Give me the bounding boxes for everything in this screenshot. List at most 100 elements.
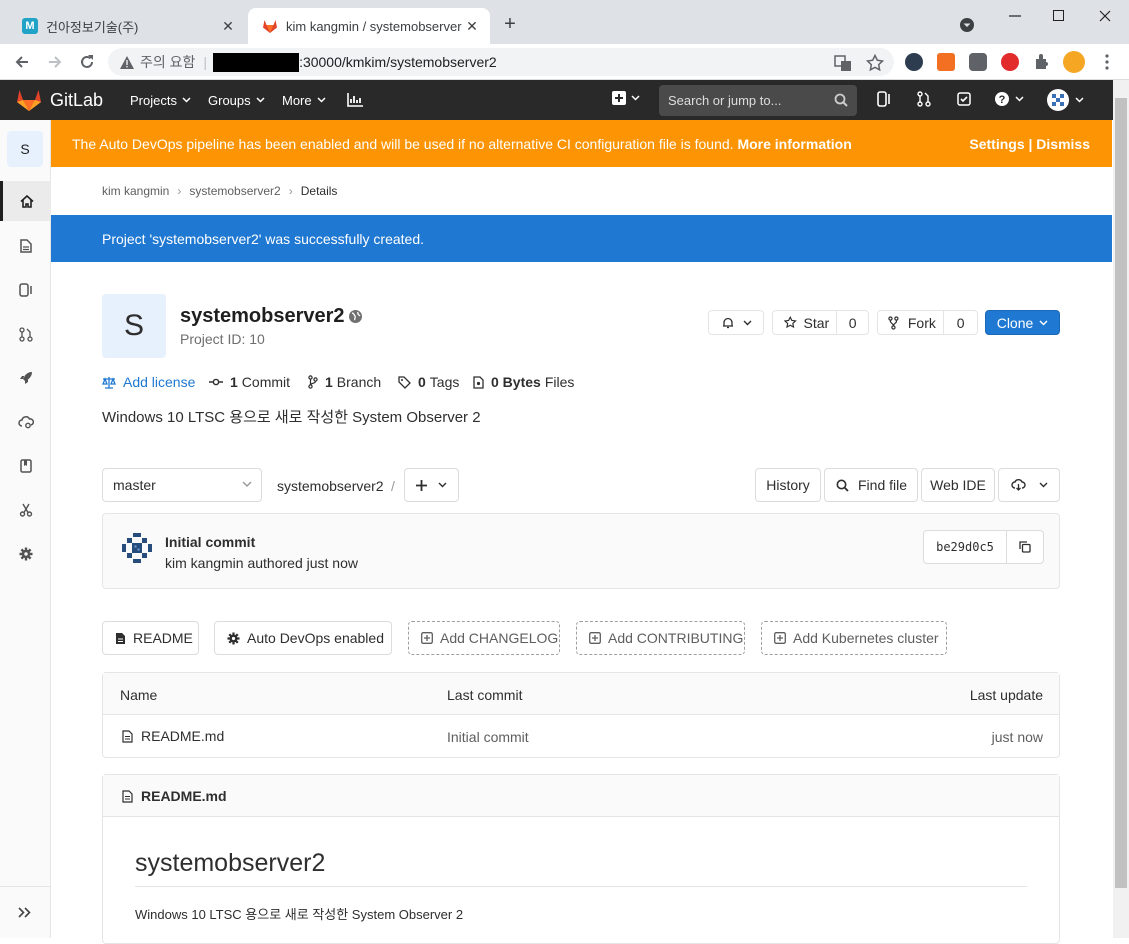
search-input[interactable]: Search or jump to... [659, 85, 857, 116]
extension-3-icon[interactable] [969, 53, 987, 71]
commits-stat[interactable]: 1 Commit [209, 374, 290, 390]
auto-devops-button[interactable]: Auto DevOps enabled [214, 621, 392, 655]
repo-path[interactable]: systemobserver2 [277, 478, 384, 494]
table-row[interactable]: README.md Initial commit just now [103, 715, 1059, 757]
history-button[interactable]: History [755, 468, 821, 502]
help-dropdown[interactable]: ? [994, 91, 1024, 107]
add-kubernetes-cluster-button[interactable]: Add Kubernetes cluster [761, 621, 947, 655]
sidebar-item-ci-cd[interactable] [0, 358, 51, 398]
file-name-link[interactable]: README.md [122, 728, 224, 744]
readme-header: README.md [103, 775, 1059, 817]
tab-search-icon[interactable] [958, 16, 976, 34]
profile-avatar[interactable] [1063, 51, 1085, 73]
activity-chart-icon[interactable] [347, 93, 363, 107]
add-license-link[interactable]: Add license [102, 374, 195, 390]
sidebar-item-snippets[interactable] [0, 490, 51, 530]
sidebar-item-settings[interactable] [0, 534, 51, 574]
scrollbar-thumb[interactable] [1115, 98, 1127, 888]
close-tab-icon[interactable]: ✕ [218, 16, 238, 36]
chevron-down-icon [182, 97, 191, 103]
page-scrollbar[interactable] [1113, 80, 1129, 938]
commit-icon [209, 378, 223, 386]
nav-projects[interactable]: Projects [130, 80, 191, 120]
issues-icon[interactable] [877, 91, 891, 107]
sidebar-project-avatar[interactable]: S [7, 131, 43, 167]
sidebar-item-issues[interactable] [0, 270, 51, 310]
file-last-commit[interactable]: Initial commit [447, 729, 529, 745]
gitlab-home-link[interactable]: GitLab [16, 80, 103, 120]
redacted-host [213, 52, 300, 72]
nav-groups[interactable]: Groups [208, 80, 265, 120]
commit-sha[interactable]: be29d0c5 [924, 531, 1007, 563]
notification-button[interactable] [708, 310, 764, 335]
chevron-down-icon [743, 320, 752, 325]
banner-actions[interactable]: Settings | Dismiss [969, 136, 1090, 152]
copy-sha-button[interactable] [1007, 541, 1043, 553]
double-chevron-right-icon [18, 907, 31, 918]
new-tab-button[interactable]: + [500, 14, 520, 35]
find-file-button[interactable]: Find file [824, 468, 918, 502]
add-to-tree-button[interactable] [404, 468, 459, 502]
warning-icon [120, 55, 134, 69]
sidebar-item-repository[interactable] [0, 226, 51, 266]
readme-button[interactable]: README [102, 621, 199, 655]
search-icon [834, 93, 848, 107]
add-changelog-button[interactable]: Add CHANGELOG [408, 621, 560, 655]
breadcrumb-project[interactable]: systemobserver2 [189, 184, 280, 198]
browser-tab-2[interactable]: kim kangmin / systemobserver2 ✕ [248, 8, 490, 44]
extension-4-icon[interactable] [1001, 53, 1019, 71]
extension-2-icon[interactable] [937, 53, 955, 71]
chrome-menu-icon[interactable] [1097, 52, 1117, 72]
chevron-right-icon: › [288, 184, 293, 198]
nav-more[interactable]: More [282, 80, 326, 120]
chevron-down-icon [1039, 482, 1048, 488]
commit-sha-group: be29d0c5 [923, 530, 1044, 564]
reload-icon[interactable] [77, 52, 97, 72]
tags-stat[interactable]: 0 Tags [398, 374, 459, 390]
minimize-icon[interactable] [1001, 8, 1029, 24]
bookmark-star-icon[interactable] [866, 54, 884, 72]
translate-icon[interactable] [834, 54, 852, 72]
user-menu[interactable] [1046, 88, 1084, 112]
tag-icon [398, 375, 411, 389]
user-avatar-icon [1047, 89, 1069, 111]
extensions-puzzle-icon[interactable] [1033, 53, 1051, 71]
add-contributing-button[interactable]: Add CONTRIBUTING [576, 621, 745, 655]
download-button[interactable] [998, 468, 1060, 502]
back-icon[interactable] [12, 52, 32, 72]
file-table: Name Last commit Last update README.md I… [102, 672, 1060, 758]
close-tab-icon[interactable]: ✕ [462, 16, 482, 36]
address-bar[interactable]: 주의 요함 | :30000/kmkim/systemobserver2 [108, 48, 894, 76]
sidebar-collapse-button[interactable] [0, 886, 50, 938]
sidebar-item-project-overview[interactable] [0, 181, 51, 221]
plus-icon [416, 479, 427, 491]
commit-title[interactable]: Initial commit [165, 534, 255, 550]
extension-1-icon[interactable] [905, 53, 923, 71]
plus-square-icon [612, 91, 626, 105]
browser-tab-1[interactable]: M 건아정보기술(주) ✕ [8, 8, 246, 44]
branches-stat[interactable]: 1 Branch [308, 374, 381, 390]
author-avatar-icon[interactable] [120, 531, 154, 565]
more-information-link[interactable]: More information [737, 136, 851, 152]
star-button[interactable]: Star 0 [772, 310, 869, 335]
gitlab-logo-icon [17, 90, 41, 111]
close-window-icon[interactable] [1091, 8, 1119, 24]
files-size-stat[interactable]: 0 Bytes Files [473, 374, 574, 390]
todo-icon[interactable] [957, 91, 971, 107]
merge-request-icon[interactable] [917, 91, 931, 107]
branch-icon [308, 375, 318, 389]
web-ide-button[interactable]: Web IDE [921, 468, 995, 502]
breadcrumb-current[interactable]: Details [301, 184, 338, 198]
sidebar-item-wiki[interactable] [0, 446, 51, 486]
readme-filename[interactable]: README.md [141, 788, 227, 804]
chevron-down-icon [438, 482, 447, 488]
branch-select[interactable]: master [102, 468, 262, 502]
maximize-icon[interactable] [1045, 8, 1073, 24]
forward-icon[interactable] [45, 52, 65, 72]
new-item-dropdown[interactable] [612, 91, 640, 105]
sidebar-item-merge-requests[interactable] [0, 314, 51, 354]
clone-button[interactable]: Clone [985, 310, 1060, 335]
fork-button[interactable]: Fork 0 [877, 310, 978, 335]
sidebar-item-operations[interactable] [0, 402, 51, 442]
breadcrumb-user[interactable]: kim kangmin [102, 184, 169, 198]
